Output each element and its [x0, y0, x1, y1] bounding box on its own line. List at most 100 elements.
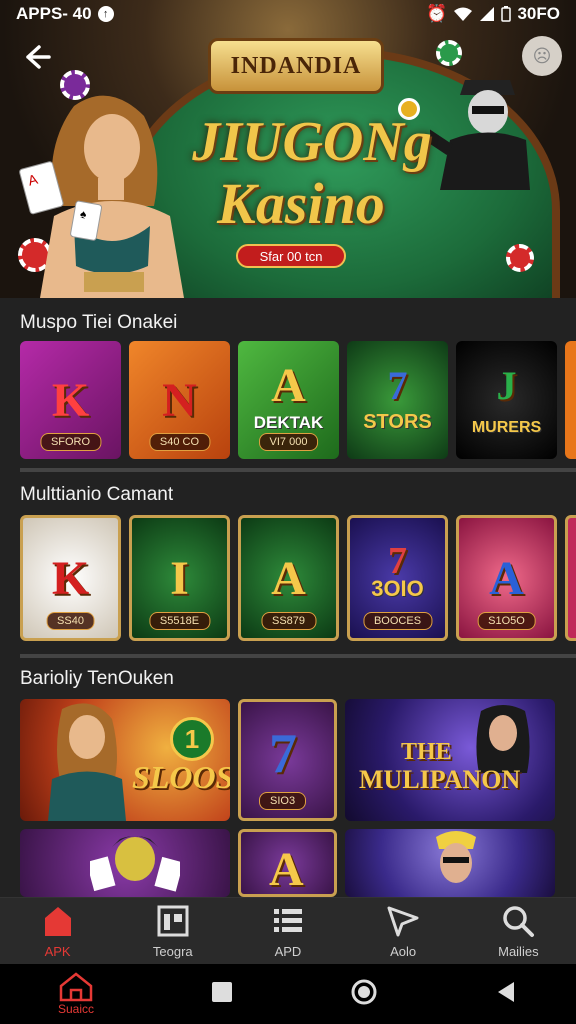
dealer-man-illustration — [430, 80, 530, 190]
nav-label: APK — [44, 943, 71, 959]
signal-icon — [480, 7, 495, 21]
search-icon — [503, 905, 535, 937]
nav-item-apk[interactable]: APK — [13, 904, 103, 959]
wifi-icon — [454, 7, 473, 21]
game-row-1: K SFORO N S40 CO A DEKTAK VI7 000 7 STOR… — [20, 341, 576, 459]
nav-label: APD — [274, 943, 302, 959]
nav-label: Teogra — [152, 943, 193, 959]
card-letter: I — [170, 551, 189, 605]
circle-icon — [351, 979, 377, 1004]
system-recents-button[interactable] — [210, 980, 234, 1009]
system-nav-bar: Suaicc — [0, 964, 576, 1024]
card-value: BOOCES — [362, 612, 433, 630]
back-button[interactable] — [20, 40, 54, 74]
card-value: S40 CO — [148, 433, 211, 451]
card-value: SFORO — [39, 433, 102, 451]
woman-illustration — [48, 703, 126, 821]
tile-title-1: THE — [401, 739, 452, 765]
nav-item-apd[interactable]: APD — [243, 904, 333, 959]
chip-icon — [436, 40, 462, 66]
battery-icon — [501, 6, 512, 22]
list-icon — [273, 908, 302, 932]
system-home-button[interactable]: Suaicc — [58, 972, 94, 1016]
nav-item-aolo[interactable]: Aolo — [358, 904, 448, 959]
promo-tile[interactable]: 1 SLOOS — [20, 699, 230, 821]
tile-title: A — [269, 843, 304, 896]
game-card[interactable]: K SS40 — [20, 515, 121, 641]
profile-avatar-button[interactable]: ☹ — [522, 36, 562, 76]
chip-icon — [506, 244, 534, 272]
promo-tile[interactable]: A — [238, 829, 337, 897]
card-value: VI7 000 — [258, 433, 319, 451]
status-battery-text: 30FO — [517, 4, 560, 23]
nav-label: Mailies — [498, 943, 539, 959]
brand-plaque: INDANDIA — [208, 38, 384, 94]
game-card[interactable]: 7 STORS — [347, 341, 448, 459]
card-letter: J — [496, 362, 517, 408]
section-title-3: Barioliy TenOuken — [20, 668, 174, 689]
promo-tile[interactable] — [20, 829, 230, 897]
game-card[interactable]: I S5518E — [129, 515, 230, 641]
face-icon: ☹ — [532, 45, 552, 66]
card-letter: N — [162, 373, 197, 427]
card-caption: 3OIO — [371, 576, 424, 601]
system-back-button[interactable] — [494, 980, 518, 1009]
nav-item-mailies[interactable]: Mailies — [473, 904, 563, 959]
card-caption: DEKTAK — [253, 413, 324, 432]
hero-banner[interactable]: A ♠ INDANDIA JIUGONg Kasino Sfar 00 tcn — [0, 0, 576, 298]
game-card-partial[interactable] — [565, 341, 576, 459]
tile-title-2: MULIPANON — [359, 765, 521, 794]
game-card[interactable]: A DEKTAK VI7 000 — [238, 341, 339, 459]
home-outline-icon — [59, 972, 93, 1002]
card-letter: A — [271, 358, 306, 412]
game-card[interactable]: A SS879 — [238, 515, 339, 641]
hero-title-line2: Kasino — [217, 171, 385, 236]
status-app-text: APPS- 40 — [16, 4, 92, 23]
card-letter: A — [271, 551, 306, 605]
alarm-icon: ⏰ — [426, 4, 448, 23]
status-bar: APPS- 40 ↑ ⏰ 30FO — [0, 0, 576, 28]
arrow-left-icon — [26, 45, 51, 69]
system-home-label: Suaicc — [57, 1002, 95, 1016]
status-right: ⏰ 30FO — [426, 4, 560, 24]
card-value: SS40 — [46, 612, 95, 630]
section-divider — [20, 654, 576, 658]
card-caption: MURERS — [471, 419, 542, 436]
card-letter: K — [51, 373, 90, 427]
card-value: S5518E — [148, 612, 211, 630]
hero-title-line1: JIUGONg — [192, 111, 432, 173]
tile-value: SIO3 — [259, 792, 307, 810]
card-letter: 7 — [387, 362, 408, 408]
tile-title: 7 — [269, 723, 297, 785]
game-card-partial[interactable] — [565, 515, 576, 641]
game-card[interactable]: K SFORO — [20, 341, 121, 459]
hero-start-button[interactable]: Sfar 00 tcn — [236, 244, 346, 268]
game-card[interactable]: N S40 CO — [129, 341, 230, 459]
card-value: S1O5O — [477, 612, 536, 630]
promo-tile[interactable] — [345, 829, 555, 897]
triangle-back-icon — [497, 981, 514, 1002]
game-card[interactable]: J MURERS — [456, 341, 557, 459]
joker-illustration — [90, 836, 180, 892]
card-value: SS879 — [260, 612, 317, 630]
upload-icon: ↑ — [97, 6, 114, 22]
villain-illustration — [436, 831, 476, 883]
promo-tile[interactable]: 7 SIO3 — [238, 699, 337, 821]
system-assistant-button[interactable] — [350, 978, 378, 1011]
nav-item-teogra[interactable]: Teogra — [128, 904, 218, 959]
card-letter: A — [489, 551, 524, 605]
section-title-2: Multtianio Camant — [20, 484, 174, 505]
game-card[interactable]: 7 3OIO BOOCES — [347, 515, 448, 641]
promo-tile[interactable]: THE MULIPANON — [345, 699, 555, 821]
game-row-2: K SS40 I S5518E A SS879 7 3OIO BOOCES A … — [20, 515, 576, 641]
home-icon — [44, 906, 71, 936]
section-divider — [20, 468, 576, 472]
send-icon — [387, 906, 419, 936]
grid-icon — [157, 905, 189, 936]
nav-label: Aolo — [390, 943, 417, 959]
card-letter: K — [51, 551, 90, 605]
badge-seven: 1 — [170, 717, 214, 761]
section-title-1: Muspo Tiei Onakei — [20, 312, 178, 333]
game-card[interactable]: A S1O5O — [456, 515, 557, 641]
square-icon — [212, 981, 232, 1002]
